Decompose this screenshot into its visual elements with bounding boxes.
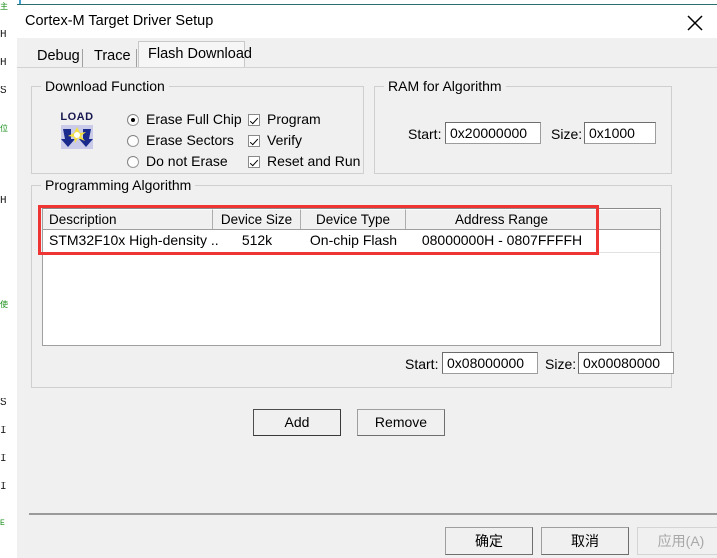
- tab-label: Flash Download: [148, 46, 252, 62]
- load-graphic: [61, 125, 93, 149]
- window-title: Cortex-M Target Driver Setup: [25, 13, 214, 29]
- cell-device-type: On-chip Flash: [309, 232, 398, 248]
- group-title: Programming Algorithm: [41, 177, 196, 193]
- column-header-device-size[interactable]: Device Size: [213, 209, 301, 229]
- radio-indicator: [127, 156, 139, 168]
- title-bar: Cortex-M Target Driver Setup: [17, 5, 717, 39]
- tab-separator: [136, 49, 137, 68]
- tab-separator: [82, 49, 83, 68]
- checkbox-program[interactable]: Program: [248, 111, 321, 127]
- flash-size-label: Size:: [545, 356, 577, 372]
- screen-root: 主 H H S 位 H 使 S I I I E Cortex-M Target …: [0, 0, 717, 558]
- column-header-device-type[interactable]: Device Type: [301, 209, 406, 229]
- tab-label: Debug: [37, 48, 80, 64]
- checkbox-label: Reset and Run: [267, 153, 361, 169]
- ram-size-input[interactable]: 0x1000: [584, 122, 656, 144]
- apply-button-label: 应用(A): [657, 533, 705, 549]
- dialog-client-area: Download Function LOAD Erase Full Chip E…: [17, 67, 717, 516]
- radio-label: Do not Erase: [146, 153, 228, 169]
- dialog-footer: 确定 取消 应用(A): [17, 515, 717, 558]
- add-button[interactable]: Add: [253, 409, 341, 436]
- cell-description: STM32F10x High-density ...: [49, 232, 219, 248]
- ram-start-label: Start:: [408, 126, 442, 142]
- ram-for-algorithm-group: RAM for Algorithm Start: 0x20000000 Size…: [374, 78, 672, 174]
- algorithm-list[interactable]: Description Device Size Device Type Addr…: [42, 208, 661, 346]
- checkbox-verify[interactable]: Verify: [248, 132, 302, 148]
- radio-label: Erase Full Chip: [146, 111, 242, 127]
- table-row[interactable]: STM32F10x High-density ... 512k On-chip …: [43, 230, 660, 252]
- radio-erase-sectors[interactable]: Erase Sectors: [127, 132, 234, 148]
- add-button-label: Add: [284, 414, 310, 430]
- load-icon-label: LOAD: [60, 111, 94, 123]
- flash-size-input[interactable]: 0x00080000: [578, 352, 674, 374]
- radio-indicator: [127, 135, 139, 147]
- flash-start-label: Start:: [405, 356, 439, 372]
- tab-strip: Debug Trace Flash Download: [17, 38, 717, 70]
- column-header-description[interactable]: Description: [43, 209, 213, 229]
- radio-label: Erase Sectors: [146, 132, 234, 148]
- row-divider: [43, 252, 660, 253]
- remove-button[interactable]: Remove: [357, 409, 445, 436]
- ram-size-label: Size:: [551, 126, 583, 142]
- apply-button: 应用(A): [637, 527, 717, 555]
- tab-label: Trace: [94, 48, 131, 64]
- cortex-m-target-driver-setup-dialog: Cortex-M Target Driver Setup Debug Trace…: [17, 4, 717, 558]
- ok-button[interactable]: 确定: [445, 527, 533, 555]
- load-icon: LOAD: [57, 111, 97, 149]
- cancel-button[interactable]: 取消: [541, 527, 629, 555]
- radio-indicator: [127, 114, 139, 126]
- group-title: RAM for Algorithm: [384, 78, 506, 94]
- checkbox-label: Program: [267, 111, 321, 127]
- cell-address-range: 08000000H - 0807FFFFH: [421, 232, 583, 248]
- programming-algorithm-group: Programming Algorithm Description Device…: [31, 177, 674, 388]
- ram-start-input[interactable]: 0x20000000: [445, 122, 541, 144]
- checkbox-reset-and-run[interactable]: Reset and Run: [248, 153, 360, 169]
- download-function-group: Download Function LOAD Erase Full Chip E…: [31, 78, 364, 174]
- checkbox-label: Verify: [267, 132, 303, 148]
- tab-flash-download[interactable]: Flash Download: [138, 41, 252, 70]
- column-header-filler: [598, 209, 660, 229]
- close-icon: [687, 15, 703, 31]
- close-button[interactable]: [673, 5, 717, 38]
- radio-erase-full-chip[interactable]: Erase Full Chip: [127, 111, 242, 127]
- checkbox-indicator: [248, 135, 260, 147]
- ok-button-label: 确定: [475, 533, 503, 549]
- remove-button-label: Remove: [374, 414, 428, 430]
- checkbox-indicator: [248, 114, 260, 126]
- flash-start-input[interactable]: 0x08000000: [442, 352, 538, 374]
- cancel-button-label: 取消: [571, 533, 599, 549]
- cell-device-size: 512k: [241, 232, 273, 248]
- radio-do-not-erase[interactable]: Do not Erase: [127, 153, 228, 169]
- group-title: Download Function: [41, 78, 169, 94]
- checkbox-indicator: [248, 156, 260, 168]
- list-header-row: Description Device Size Device Type Addr…: [43, 209, 660, 230]
- column-header-address-range[interactable]: Address Range: [406, 209, 598, 229]
